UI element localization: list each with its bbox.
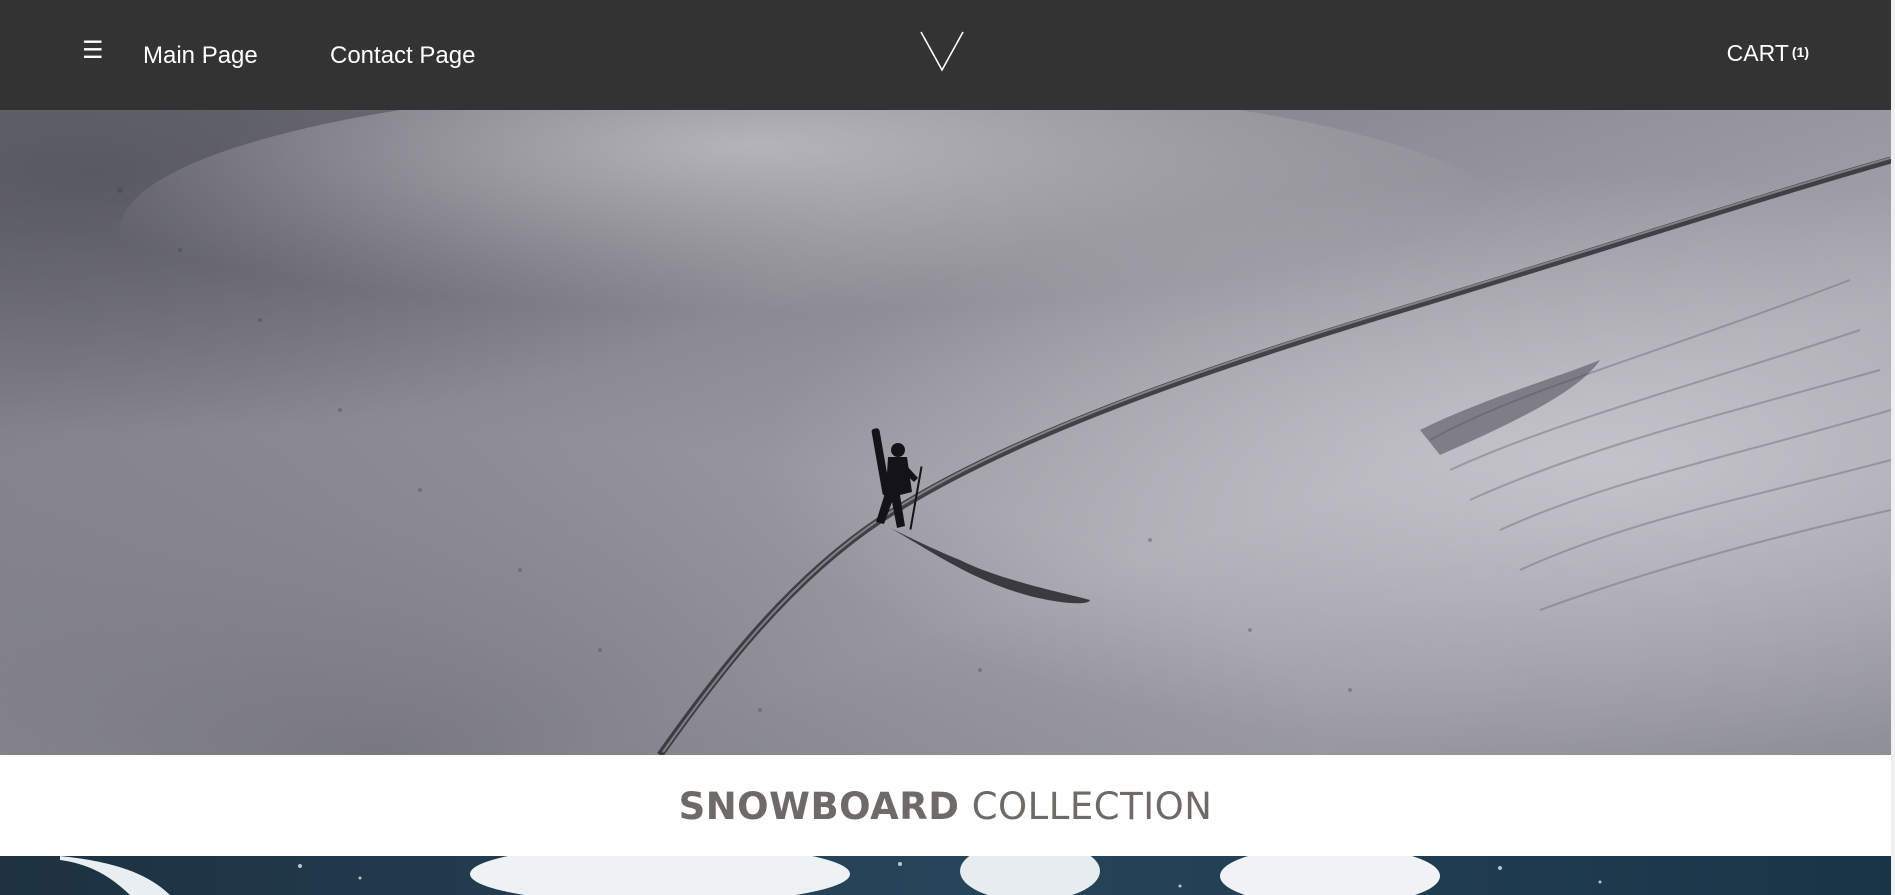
v-logo-icon[interactable] xyxy=(919,28,965,72)
collection-heading-section: SNOWBOARD COLLECTION xyxy=(0,755,1891,856)
nav-link-contact-page[interactable]: Contact Page xyxy=(330,42,475,70)
hero-image xyxy=(0,110,1891,755)
scrollbar[interactable] xyxy=(1891,0,1895,895)
cart-button[interactable]: CART (1) xyxy=(1727,40,1809,67)
nav-link-main-page[interactable]: Main Page xyxy=(143,42,258,70)
collection-title: SNOWBOARD COLLECTION xyxy=(0,755,1891,828)
cart-label: CART xyxy=(1726,40,1789,66)
second-banner-image xyxy=(0,856,1891,895)
top-navigation-bar: ☰ Main Page Contact Page CART (1) xyxy=(0,0,1891,110)
collection-title-bold: SNOWBOARD xyxy=(678,785,960,828)
hamburger-menu-icon[interactable]: ☰ xyxy=(82,39,104,63)
ocean-wave-illustration xyxy=(0,856,1891,895)
hero-snow-slope-illustration xyxy=(0,110,1891,755)
page: ☰ Main Page Contact Page CART (1) SNOWBO… xyxy=(0,0,1895,895)
cart-count-badge: (1) xyxy=(1791,44,1809,60)
collection-title-rest: COLLECTION xyxy=(971,785,1213,828)
